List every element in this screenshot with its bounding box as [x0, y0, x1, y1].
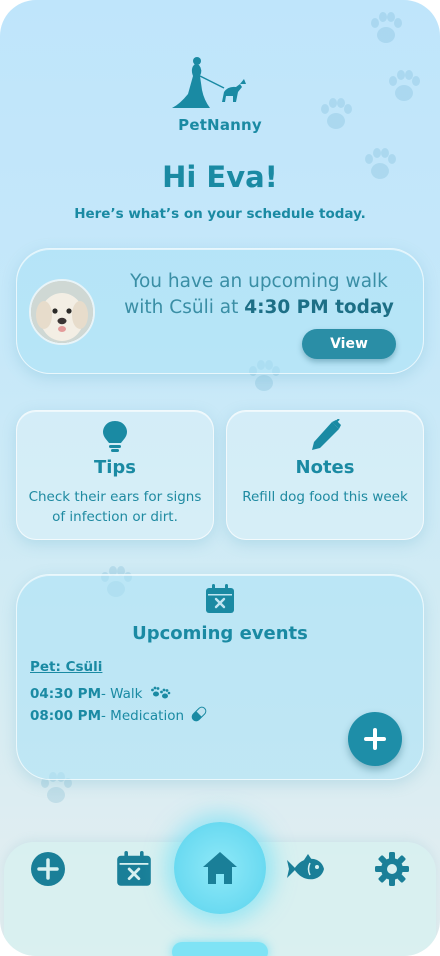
tips-body: Check their ears for signs of infection …	[28, 489, 202, 525]
paw-decoration-icon	[366, 8, 406, 48]
nav-pets-button[interactable]	[286, 851, 326, 887]
event-time: 04:30 PM	[30, 686, 102, 702]
upcoming-walk-card: You have an upcoming walk with Csüli at …	[16, 248, 424, 374]
nav-home-button[interactable]	[174, 822, 266, 914]
nav-settings-button[interactable]	[374, 851, 410, 887]
tips-card[interactable]: Tips Check their ears for signs of infec…	[16, 410, 214, 540]
pill-icon	[190, 705, 208, 727]
lightbulb-icon	[101, 419, 129, 457]
walk-reminder-text: You have an upcoming walk with Csüli at …	[109, 269, 409, 321]
nav-add-button[interactable]	[30, 851, 66, 887]
event-time: 08:00 PM	[30, 708, 102, 724]
add-icon	[31, 852, 65, 886]
add-event-button[interactable]	[348, 712, 402, 766]
pet-avatar	[29, 279, 95, 345]
notes-title: Notes	[295, 457, 355, 478]
tips-title: Tips	[93, 457, 137, 478]
app-screen: PetNanny Hi Eva! Here’s what’s on your s…	[0, 0, 440, 956]
notes-card[interactable]: Notes Refill dog food this week	[226, 410, 424, 540]
puppy-photo	[31, 281, 93, 343]
greeting-title: Hi Eva!	[162, 160, 278, 194]
dog-walker-logo-icon	[172, 57, 246, 108]
app-logo: PetNanny	[166, 54, 274, 138]
nav-calendar-button[interactable]	[116, 851, 152, 887]
home-icon	[203, 852, 237, 884]
event-label: - Walk	[101, 686, 143, 702]
calendar-icon	[117, 851, 151, 886]
events-title: Upcoming events	[132, 623, 308, 644]
settings-icon	[375, 852, 409, 886]
notes-body: Refill dog food this week	[242, 489, 408, 505]
event-item[interactable]: 04:30 PM- Walk	[30, 683, 171, 705]
walk-time: 4:30 PM today	[244, 297, 394, 318]
paw-decoration-icon	[316, 94, 356, 134]
calendar-icon	[205, 584, 235, 618]
event-item[interactable]: 08:00 PM- Medication	[30, 705, 208, 727]
view-walk-button[interactable]: View	[302, 329, 396, 359]
paw-icon	[149, 683, 171, 705]
pet-link[interactable]: Pet: Csüli	[30, 659, 102, 675]
pen-icon	[308, 418, 342, 457]
plus-icon	[364, 728, 386, 750]
app-name: PetNanny	[178, 116, 262, 134]
upcoming-events-card: Upcoming events Pet: Csüli 04:30 PM- Wal…	[16, 574, 424, 780]
event-label: - Medication	[101, 708, 185, 724]
home-indicator	[172, 942, 268, 956]
fish-icon	[287, 854, 324, 880]
schedule-subtitle: Here’s what’s on your schedule today.	[74, 206, 366, 222]
paw-decoration-icon	[384, 66, 424, 106]
